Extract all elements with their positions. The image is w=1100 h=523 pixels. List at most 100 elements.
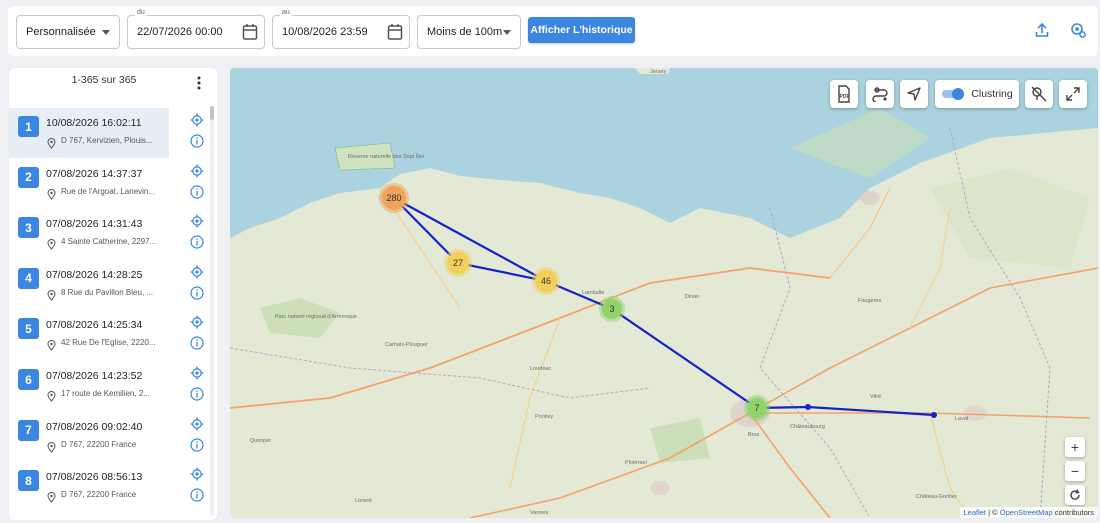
item-number-badge: 5 [18,318,39,340]
to-date-field[interactable]: au 10/08/2026 23:59 [272,9,410,49]
clustering-toggle[interactable]: Clustring [935,80,1019,108]
item-datetime: 07/08/2026 14:25:34 [46,319,143,332]
item-number-badge: 8 [18,470,39,492]
map-place-label: Fougères [858,298,881,304]
info-icon[interactable] [190,437,204,457]
cluster-count: 46 [541,276,551,286]
info-icon[interactable] [190,235,204,254]
hide-markers-button[interactable] [1025,80,1053,108]
map-view[interactable]: Jersey Lamballe Dinan Fougères Carhaix-P… [230,68,1098,518]
cluster-count: 7 [754,403,759,413]
list-item[interactable]: 4 07/08/2026 14:28:25 8 Rue du Pavillon Bl… [9,260,169,310]
list-item[interactable]: 8 07/08/2026 08:56:13 D 767, 22200 France [9,462,169,512]
location-pin-icon [47,389,56,407]
info-icon[interactable] [190,286,204,305]
period-select[interactable]: Personnalisée [16,15,120,49]
route-point[interactable] [805,404,811,410]
reset-view-button[interactable] [1065,485,1085,505]
list-item[interactable]: 3 07/08/2026 14:31:43 4 Sainte Catherine, … [9,209,169,259]
clustering-label: Clustring [971,88,1013,100]
location-pin-icon [47,187,56,205]
calendar-icon[interactable] [387,23,403,44]
gps-fixed-icon[interactable] [190,214,204,233]
gps-fixed-icon[interactable] [190,113,204,132]
item-number-badge: 2 [18,166,39,188]
cluster-count: 27 [453,258,463,268]
gps-fixed-icon[interactable] [190,366,204,385]
more-vert-icon[interactable] [196,76,202,95]
gps-fixed-icon[interactable] [190,265,204,284]
map-attribution: Leaflet | © OpenStreetMap contributors [959,507,1098,518]
distance-select[interactable]: Moins de 100m [417,15,521,49]
svg-text:PDF: PDF [840,94,850,100]
item-address: D 767, 22200 France [61,490,137,500]
info-icon[interactable] [190,184,204,204]
item-number-badge: 3 [18,217,39,239]
item-datetime: 07/08/2026 14:37:37 [46,167,143,180]
info-icon[interactable] [190,488,204,507]
list-scrollbar-thumb[interactable] [210,106,214,120]
item-address: D 767, Kervizien, Plouis... [61,136,153,145]
map-place-label: Parc naturel régional d'Armorique [275,314,357,320]
distance-select-value: Moins de 100m [427,26,503,38]
navigation-icon [907,87,921,101]
attribution-tail: contributors [1052,508,1094,517]
position-list-panel: 1-365 sur 365 1 10/08/2026 16:02:11 D 767,… [9,68,217,520]
pdf-export-button[interactable]: PDF [830,80,858,108]
gps-fixed-icon[interactable] [190,417,204,436]
pagination-count: 1-365 sur 365 [71,74,137,86]
map-place-label: Laval [955,416,968,422]
navigate-button[interactable] [900,80,928,108]
map-place-label: Carhaix-Plouguer [385,342,428,348]
zoom-out-button[interactable]: − [1065,461,1085,481]
item-number-badge: 7 [18,419,39,441]
location-pin-icon [47,136,56,154]
item-datetime: 10/08/2026 16:02:11 [46,117,142,129]
item-datetime: 07/08/2026 14:31:43 [46,218,143,231]
info-icon[interactable] [190,134,204,153]
list-item[interactable]: 7 07/08/2026 09:02:40 D 767, 22200 France [9,412,169,462]
map-place-label: Vannes [530,510,548,516]
zoom-in-button[interactable]: + [1065,437,1085,457]
item-datetime: 07/08/2026 09:02:40 [46,420,143,433]
location-pin-icon [47,288,56,306]
location-settings-icon[interactable] [1070,22,1086,43]
location-off-icon [1031,86,1047,102]
map-place-label: Réserve naturelle des Sept Îles [348,153,425,160]
list-item[interactable]: 2 07/08/2026 14:37:37 Rue de l'Argoat, Lan… [9,159,169,209]
item-address: D 767, 22200 France [61,439,137,449]
refresh-icon [1070,489,1080,500]
map-tiles[interactable]: Jersey Lamballe Dinan Fougères Carhaix-P… [230,68,1098,518]
info-icon[interactable] [190,336,204,355]
list-item[interactable]: 5 07/08/2026 14:25:34 42 Rue De l'Eglise, … [9,310,169,360]
item-datetime: 07/08/2026 08:56:13 [46,471,143,484]
route-point[interactable] [931,412,937,418]
list-item[interactable]: 6 07/08/2026 14:23:52 17 route de Kemilien… [9,361,169,411]
route-icon [872,87,888,102]
show-history-button[interactable]: Afficher L'historique [528,17,635,43]
map-place-label: Châteaubourg [790,424,825,430]
item-address: Rue de l'Argoat, Lanevin... [61,186,156,196]
osm-link[interactable]: OpenStreetMap [1000,508,1053,517]
location-pin-icon [47,237,56,255]
filter-toolbar: Personnalisée du 22/07/2026 00:00 au 10/… [8,6,1098,56]
upload-icon[interactable] [1035,22,1049,43]
from-date-field[interactable]: du 22/07/2026 00:00 [127,9,265,49]
fullscreen-button[interactable] [1059,80,1087,108]
gps-fixed-icon[interactable] [190,315,204,334]
map-place-label: Quimper [250,438,271,444]
leaflet-link[interactable]: Leaflet [964,508,987,517]
route-toggle-button[interactable] [866,80,894,108]
from-date-label: du [135,9,147,16]
info-icon[interactable] [190,387,204,406]
list-item[interactable]: 1 10/08/2026 16:02:11 D 767, Kervizien, Pl… [9,108,169,158]
gps-fixed-icon[interactable] [190,164,204,183]
pdf-icon: PDF [838,85,850,103]
gps-fixed-icon[interactable] [190,467,204,486]
fullscreen-icon [1066,87,1080,101]
calendar-icon[interactable] [242,23,258,44]
attribution-sep: | © [986,508,1000,517]
toggle-switch[interactable] [941,87,965,101]
item-address: 17 route de Kemilien, 2... [61,389,150,398]
list-scrollbar[interactable] [210,106,214,516]
